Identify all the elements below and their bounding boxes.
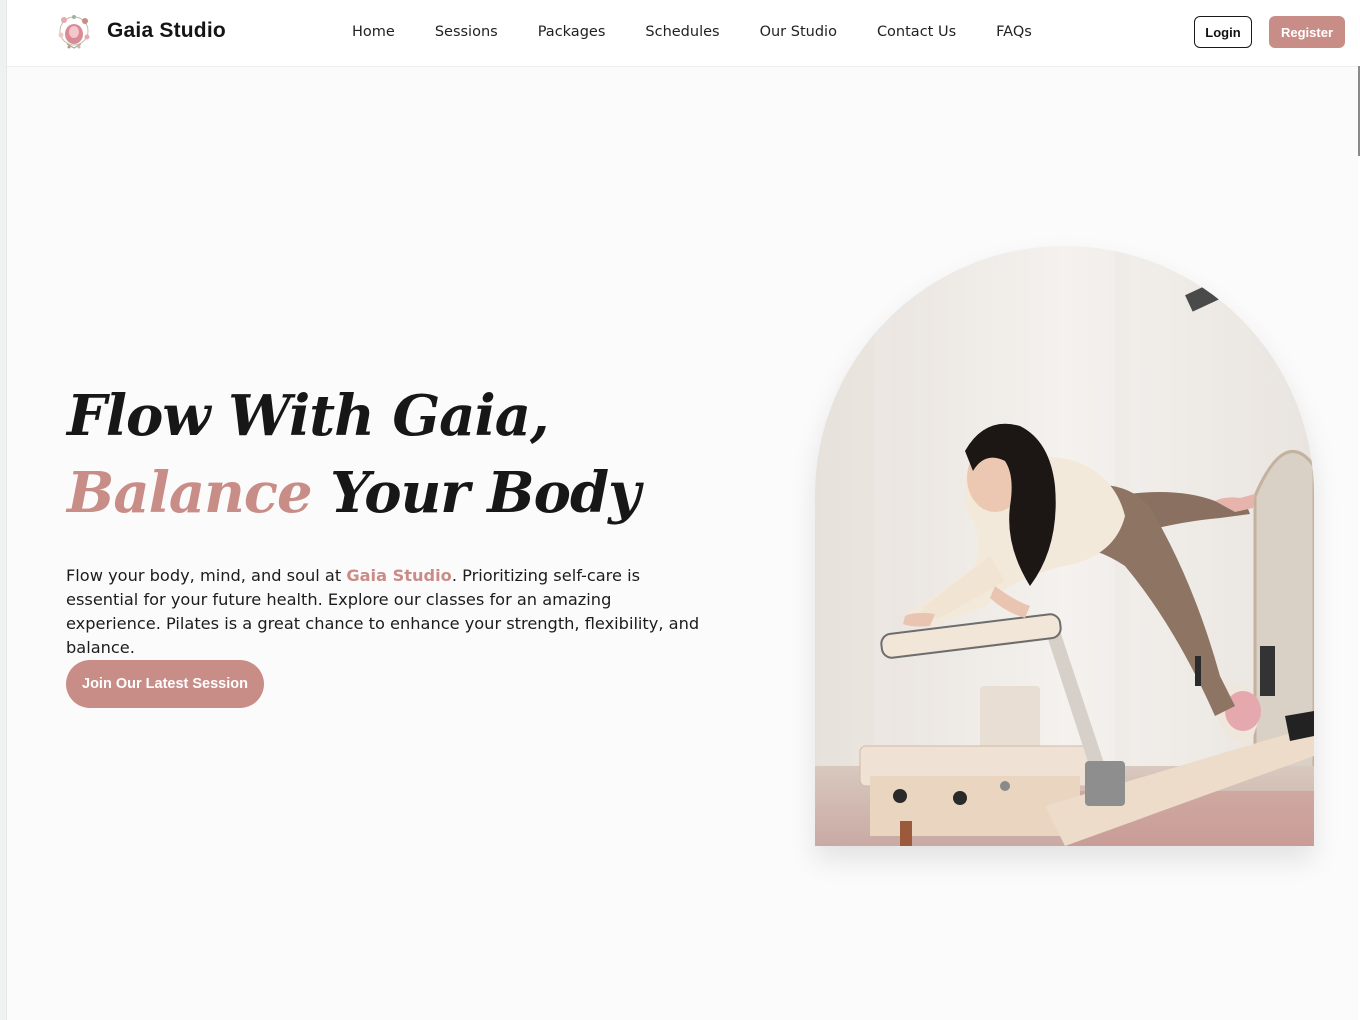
nav-link-contact-us[interactable]: Contact Us — [877, 22, 956, 42]
nav-link-packages[interactable]: Packages — [538, 22, 606, 42]
hero-description: Flow your body, mind, and soul at Gaia S… — [66, 564, 706, 660]
login-button[interactable]: Login — [1194, 16, 1252, 48]
hero-title: Flow With Gaia, Balance Your Body — [67, 378, 641, 532]
main-nav: Home Sessions Packages Schedules Our Stu… — [352, 22, 1072, 42]
hero-title-accent: Balance — [67, 460, 313, 526]
nav-link-schedules[interactable]: Schedules — [645, 22, 719, 42]
nav-link-sessions[interactable]: Sessions — [435, 22, 498, 42]
page: Gaia Studio Home Sessions Packages Sched… — [6, 0, 1359, 1020]
brand-name: Gaia Studio — [107, 19, 226, 42]
nav-link-home[interactable]: Home — [352, 22, 395, 42]
nav-link-faqs[interactable]: FAQs — [996, 22, 1032, 42]
hero-arch-image — [815, 246, 1314, 846]
join-session-button[interactable]: Join Our Latest Session — [66, 660, 264, 708]
hero-desc-intro: Flow your body, mind, and soul at — [66, 566, 347, 585]
top-navbar: Gaia Studio Home Sessions Packages Sched… — [7, 0, 1359, 67]
flower-wreath-logo-icon — [58, 15, 90, 49]
hero-desc-brand: Gaia Studio — [346, 566, 452, 585]
register-button[interactable]: Register — [1269, 16, 1345, 48]
hero-title-rest: Your Body — [311, 460, 641, 526]
hero-title-line1: Flow With Gaia, — [67, 383, 550, 449]
brand[interactable]: Gaia Studio — [55, 11, 226, 51]
nav-link-our-studio[interactable]: Our Studio — [760, 22, 837, 42]
pilates-reformer-photo — [815, 246, 1314, 846]
